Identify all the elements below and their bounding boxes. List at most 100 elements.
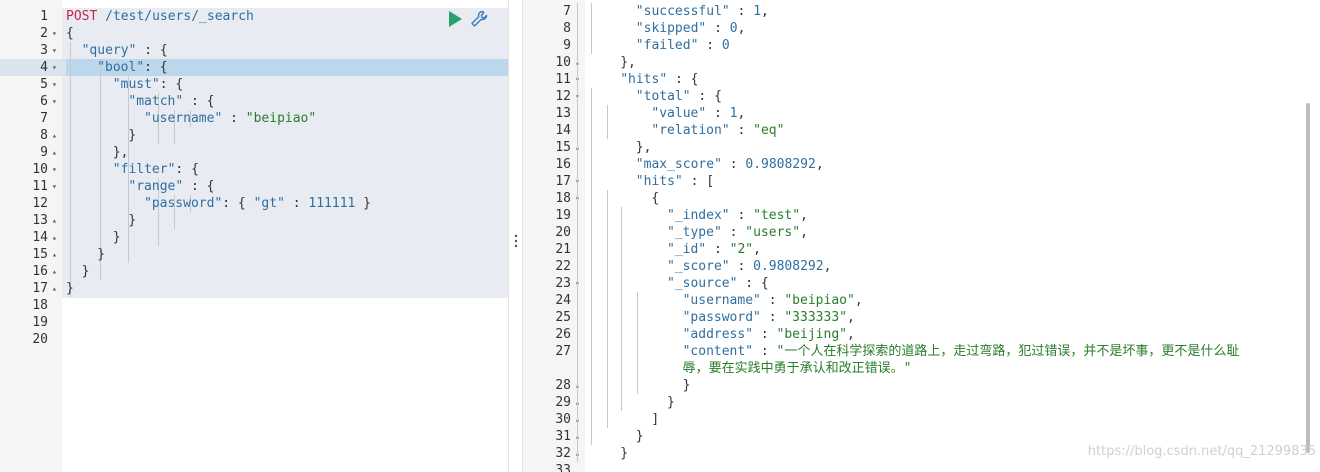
fold-caret-down-icon[interactable]: ▾ bbox=[52, 178, 60, 195]
response-line[interactable]: 30 ▴] bbox=[523, 411, 1320, 428]
request-line[interactable]: 17 ▴} bbox=[0, 280, 508, 297]
response-line[interactable]: 辱，要在实践中勇于承认和改正错误。" bbox=[523, 360, 1320, 377]
token-key: "total" bbox=[635, 89, 691, 104]
fold-caret-down-icon[interactable]: ▾ bbox=[52, 42, 60, 59]
token-punc: } bbox=[66, 281, 74, 296]
token-punc: , bbox=[823, 259, 832, 274]
response-line[interactable]: 14 "relation" : "eq" bbox=[523, 122, 1320, 139]
indent-guide bbox=[577, 207, 578, 224]
response-line[interactable]: 25 "password" : "333333", bbox=[523, 309, 1320, 326]
request-line[interactable]: 20 bbox=[0, 331, 508, 348]
indent-guide bbox=[607, 360, 608, 377]
indent-guide bbox=[591, 343, 592, 360]
token-str: "333333" bbox=[784, 310, 847, 325]
response-line[interactable]: 16 "max_score" : 0.9808292, bbox=[523, 156, 1320, 173]
token-key: "successful" bbox=[635, 4, 730, 19]
response-line[interactable]: 15 ▴}, bbox=[523, 139, 1320, 156]
response-line[interactable]: 18 ▾{ bbox=[523, 190, 1320, 207]
indent-guide bbox=[577, 71, 578, 88]
indent-guide bbox=[591, 224, 592, 241]
response-line[interactable]: 11 ▾ "hits" : { bbox=[523, 71, 1320, 88]
request-line[interactable]: 7 "username" : "beipiao" bbox=[0, 110, 508, 127]
response-line[interactable]: 31 ▴} bbox=[523, 428, 1320, 445]
request-line[interactable]: 8 ▴} bbox=[0, 127, 508, 144]
token-num: 1 bbox=[729, 106, 738, 121]
indent-guide bbox=[577, 343, 578, 360]
pane-splitter[interactable] bbox=[508, 0, 523, 472]
token-key: "password" bbox=[144, 196, 223, 211]
line-number: 19 bbox=[32, 315, 48, 330]
token-str: "beijing" bbox=[776, 327, 847, 342]
fold-caret-up-icon[interactable]: ▴ bbox=[52, 229, 60, 246]
line-number: 10 bbox=[555, 55, 571, 70]
token-punc: : bbox=[706, 106, 730, 121]
indent-guide bbox=[607, 309, 608, 326]
indent-guide bbox=[591, 326, 592, 343]
indent-guide bbox=[577, 394, 578, 411]
play-icon[interactable] bbox=[446, 10, 464, 28]
request-line[interactable]: 14 ▴} bbox=[0, 229, 508, 246]
wrench-icon[interactable] bbox=[470, 10, 488, 28]
response-line[interactable]: 8 "skipped" : 0, bbox=[523, 20, 1320, 37]
request-line[interactable]: 3 ▾ "query" : { bbox=[0, 42, 508, 59]
response-line[interactable]: 19 "_index" : "test", bbox=[523, 207, 1320, 224]
request-editor[interactable]: 1 POST /test/users/_search 2 ▾ {3 ▾ "query" : … bbox=[0, 0, 508, 472]
request-line[interactable]: 9 ▴}, bbox=[0, 144, 508, 161]
response-line[interactable]: 12 ▾ "total" : { bbox=[523, 88, 1320, 105]
response-scrollbar-thumb[interactable] bbox=[1306, 103, 1310, 453]
request-line[interactable]: 10 ▾ "filter": { bbox=[0, 161, 508, 178]
response-line[interactable]: 28 ▴} bbox=[523, 377, 1320, 394]
fold-caret-up-icon[interactable]: ▴ bbox=[52, 263, 60, 280]
response-line[interactable]: 23 ▾ "_source" : { bbox=[523, 275, 1320, 292]
fold-caret-down-icon[interactable]: ▾ bbox=[52, 161, 60, 178]
response-line[interactable]: 27 "content" : "一个人在科学探索的道路上，走过弯路，犯过错误，并不… bbox=[523, 343, 1320, 360]
fold-caret-down-icon[interactable]: ▾ bbox=[52, 76, 60, 93]
fold-caret-down-icon[interactable]: ▾ bbox=[52, 59, 60, 76]
fold-caret-down-icon[interactable]: ▾ bbox=[52, 93, 60, 110]
indent-guide bbox=[70, 195, 71, 212]
response-line[interactable]: 24 "username" : "beipiao", bbox=[523, 292, 1320, 309]
request-line[interactable]: 2 ▾ { bbox=[0, 25, 508, 42]
response-line[interactable]: 20 "_type" : "users", bbox=[523, 224, 1320, 241]
request-line[interactable]: 18 bbox=[0, 297, 508, 314]
fold-caret-up-icon[interactable]: ▴ bbox=[52, 246, 60, 263]
fold-caret-up-icon[interactable]: ▴ bbox=[52, 280, 60, 297]
response-line[interactable]: 22 "_score" : 0.9808292, bbox=[523, 258, 1320, 275]
response-line[interactable]: 7 "successful" : 1, bbox=[523, 3, 1320, 20]
drag-handle-icon[interactable] bbox=[513, 234, 519, 248]
response-line[interactable]: 33 bbox=[523, 462, 1320, 472]
request-line[interactable]: 15 ▴} bbox=[0, 246, 508, 263]
indent-guide bbox=[577, 190, 578, 207]
request-line[interactable]: 19 bbox=[0, 314, 508, 331]
request-line[interactable]: 6 ▾ "match" : { bbox=[0, 93, 508, 110]
indent-guide bbox=[591, 309, 592, 326]
fold-caret-down-icon[interactable]: ▾ bbox=[52, 25, 60, 42]
response-viewer[interactable]: 7 "successful" : 1, 8 "skipped" : 0, 9 "faile… bbox=[523, 0, 1320, 472]
indent-guide bbox=[128, 110, 129, 127]
indent-guide bbox=[70, 42, 71, 59]
request-line[interactable]: 16 ▴} bbox=[0, 263, 508, 280]
token-punc: { bbox=[66, 26, 74, 41]
token-key: "query" bbox=[81, 43, 137, 58]
request-line[interactable]: 13 ▴} bbox=[0, 212, 508, 229]
response-line[interactable]: 9 "failed" : 0 bbox=[523, 37, 1320, 54]
fold-caret-up-icon[interactable]: ▴ bbox=[52, 212, 60, 229]
code-text: } bbox=[82, 263, 90, 280]
request-line[interactable]: 4 ▾ "bool": { bbox=[0, 59, 508, 76]
request-line[interactable]: 1 POST /test/users/_search bbox=[0, 8, 508, 25]
fold-caret-up-icon[interactable]: ▴ bbox=[52, 127, 60, 144]
request-line[interactable]: 5 ▾ "must": { bbox=[0, 76, 508, 93]
code-text: } bbox=[620, 445, 628, 462]
response-line[interactable]: 26 "address" : "beijing", bbox=[523, 326, 1320, 343]
response-line[interactable]: 17 ▾ "hits" : [ bbox=[523, 173, 1320, 190]
line-number: 16 bbox=[555, 157, 571, 172]
response-line[interactable]: 21 "_id" : "2", bbox=[523, 241, 1320, 258]
request-line[interactable]: 11 ▾ "range" : { bbox=[0, 178, 508, 195]
request-line[interactable]: 12 "password": { "gt" : 111111 } bbox=[0, 195, 508, 212]
response-line[interactable]: 29 ▴} bbox=[523, 394, 1320, 411]
fold-caret-up-icon[interactable]: ▴ bbox=[52, 144, 60, 161]
token-str: "eq" bbox=[753, 123, 785, 138]
response-line[interactable]: 10 ▴}, bbox=[523, 54, 1320, 71]
response-line[interactable]: 13 "value" : 1, bbox=[523, 105, 1320, 122]
line-number: 2 bbox=[40, 26, 48, 41]
